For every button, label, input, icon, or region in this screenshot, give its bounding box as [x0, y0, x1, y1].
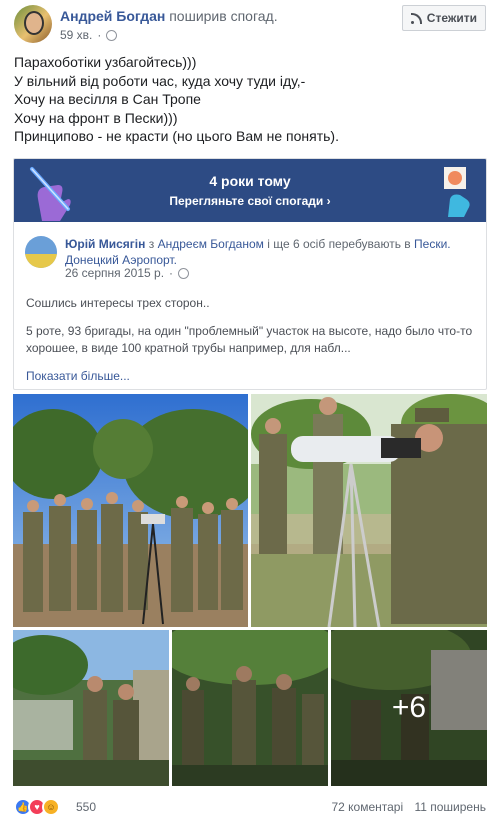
- post-author-line: Андрей Богдан поширив спогад.: [60, 8, 278, 24]
- photo-soldiers-shade[interactable]: [172, 630, 328, 786]
- shared-post-header: Юрій Мисягін з Андреєм Богданом і ще 6 о…: [65, 237, 451, 267]
- tagged-person-link[interactable]: Андреєм Богданом: [158, 237, 264, 251]
- haha-icon: ☺: [42, 798, 60, 816]
- shared-author-avatar[interactable]: [25, 236, 57, 268]
- see-more-link[interactable]: Показати більше...: [26, 369, 130, 383]
- post-action: поширив спогад.: [169, 8, 278, 24]
- globe-icon: [106, 29, 118, 41]
- memory-banner[interactable]: 4 роки тому Перегляньте свої спогади ›: [14, 159, 486, 222]
- post-text: Парахоботіки узбагойтесь))) У вільний ві…: [14, 53, 484, 146]
- reaction-icons[interactable]: 👍 ♥ ☺: [14, 798, 60, 816]
- chevron-right-icon: ›: [326, 194, 331, 208]
- more-photos-overlay[interactable]: +6: [331, 630, 487, 786]
- photo-group-soldiers[interactable]: [13, 394, 248, 627]
- follow-label: Стежити: [426, 11, 477, 25]
- post-meta: 59 хв. ·: [60, 28, 118, 42]
- memory-link[interactable]: Перегляньте свої спогади ›: [14, 194, 486, 208]
- reactions-count[interactable]: 550: [76, 800, 96, 814]
- hand-illustration-icon: [444, 167, 470, 217]
- memory-card: 4 роки тому Перегляньте свої спогади › Ю…: [13, 158, 487, 390]
- post-text-line: Принципово - не красти (но цього Вам не …: [14, 128, 339, 144]
- memory-title: 4 роки тому: [209, 173, 291, 189]
- shared-post-date[interactable]: 26 серпня 2015 р.: [65, 266, 164, 280]
- photo-soldiers-yard[interactable]: [13, 630, 169, 786]
- author-name[interactable]: Андрей Богдан: [60, 8, 165, 24]
- follow-button[interactable]: Стежити: [401, 5, 486, 31]
- shared-post-meta: 26 серпня 2015 р. ·: [65, 266, 190, 280]
- post-footer: 👍 ♥ ☺ 550 72 коментарі 11 поширень: [14, 798, 486, 818]
- shares-count[interactable]: 11 поширень: [414, 800, 486, 814]
- post-text-line: Хочу на весілля в Сан Тропе: [14, 91, 201, 107]
- post-header: Андрей Богдан поширив спогад. 59 хв. · С…: [14, 5, 486, 43]
- post-text-line: У вільний від роботи час, куда хочу туди…: [14, 72, 306, 89]
- photo-spotting-scope[interactable]: [251, 394, 487, 627]
- hand-illustration-icon: [30, 167, 71, 221]
- shared-post-intro: Сошлись интересы трех сторон..: [26, 296, 210, 310]
- shared-author-name[interactable]: Юрій Мисягін: [65, 237, 145, 251]
- tagged-others[interactable]: і ще 6 осіб: [267, 237, 325, 251]
- post-text-line: Парахоботіки узбагойтесь))): [14, 54, 197, 70]
- shared-post-body: 5 роте, 93 бригады, на один "проблемный"…: [26, 324, 473, 355]
- photo-more-tile[interactable]: +6: [331, 630, 487, 786]
- post-time[interactable]: 59 хв.: [60, 28, 92, 42]
- engagement-stats: 72 коментарі 11 поширень: [323, 800, 486, 814]
- author-avatar[interactable]: [14, 5, 52, 43]
- rss-icon: [410, 12, 422, 24]
- shared-post-text: Сошлись интересы трех сторон.. 5 роте, 9…: [26, 295, 478, 357]
- comments-count[interactable]: 72 коментарі: [331, 800, 403, 814]
- globe-icon: [178, 267, 190, 279]
- post-text-line: Хочу на фронт в Пески))): [14, 109, 178, 126]
